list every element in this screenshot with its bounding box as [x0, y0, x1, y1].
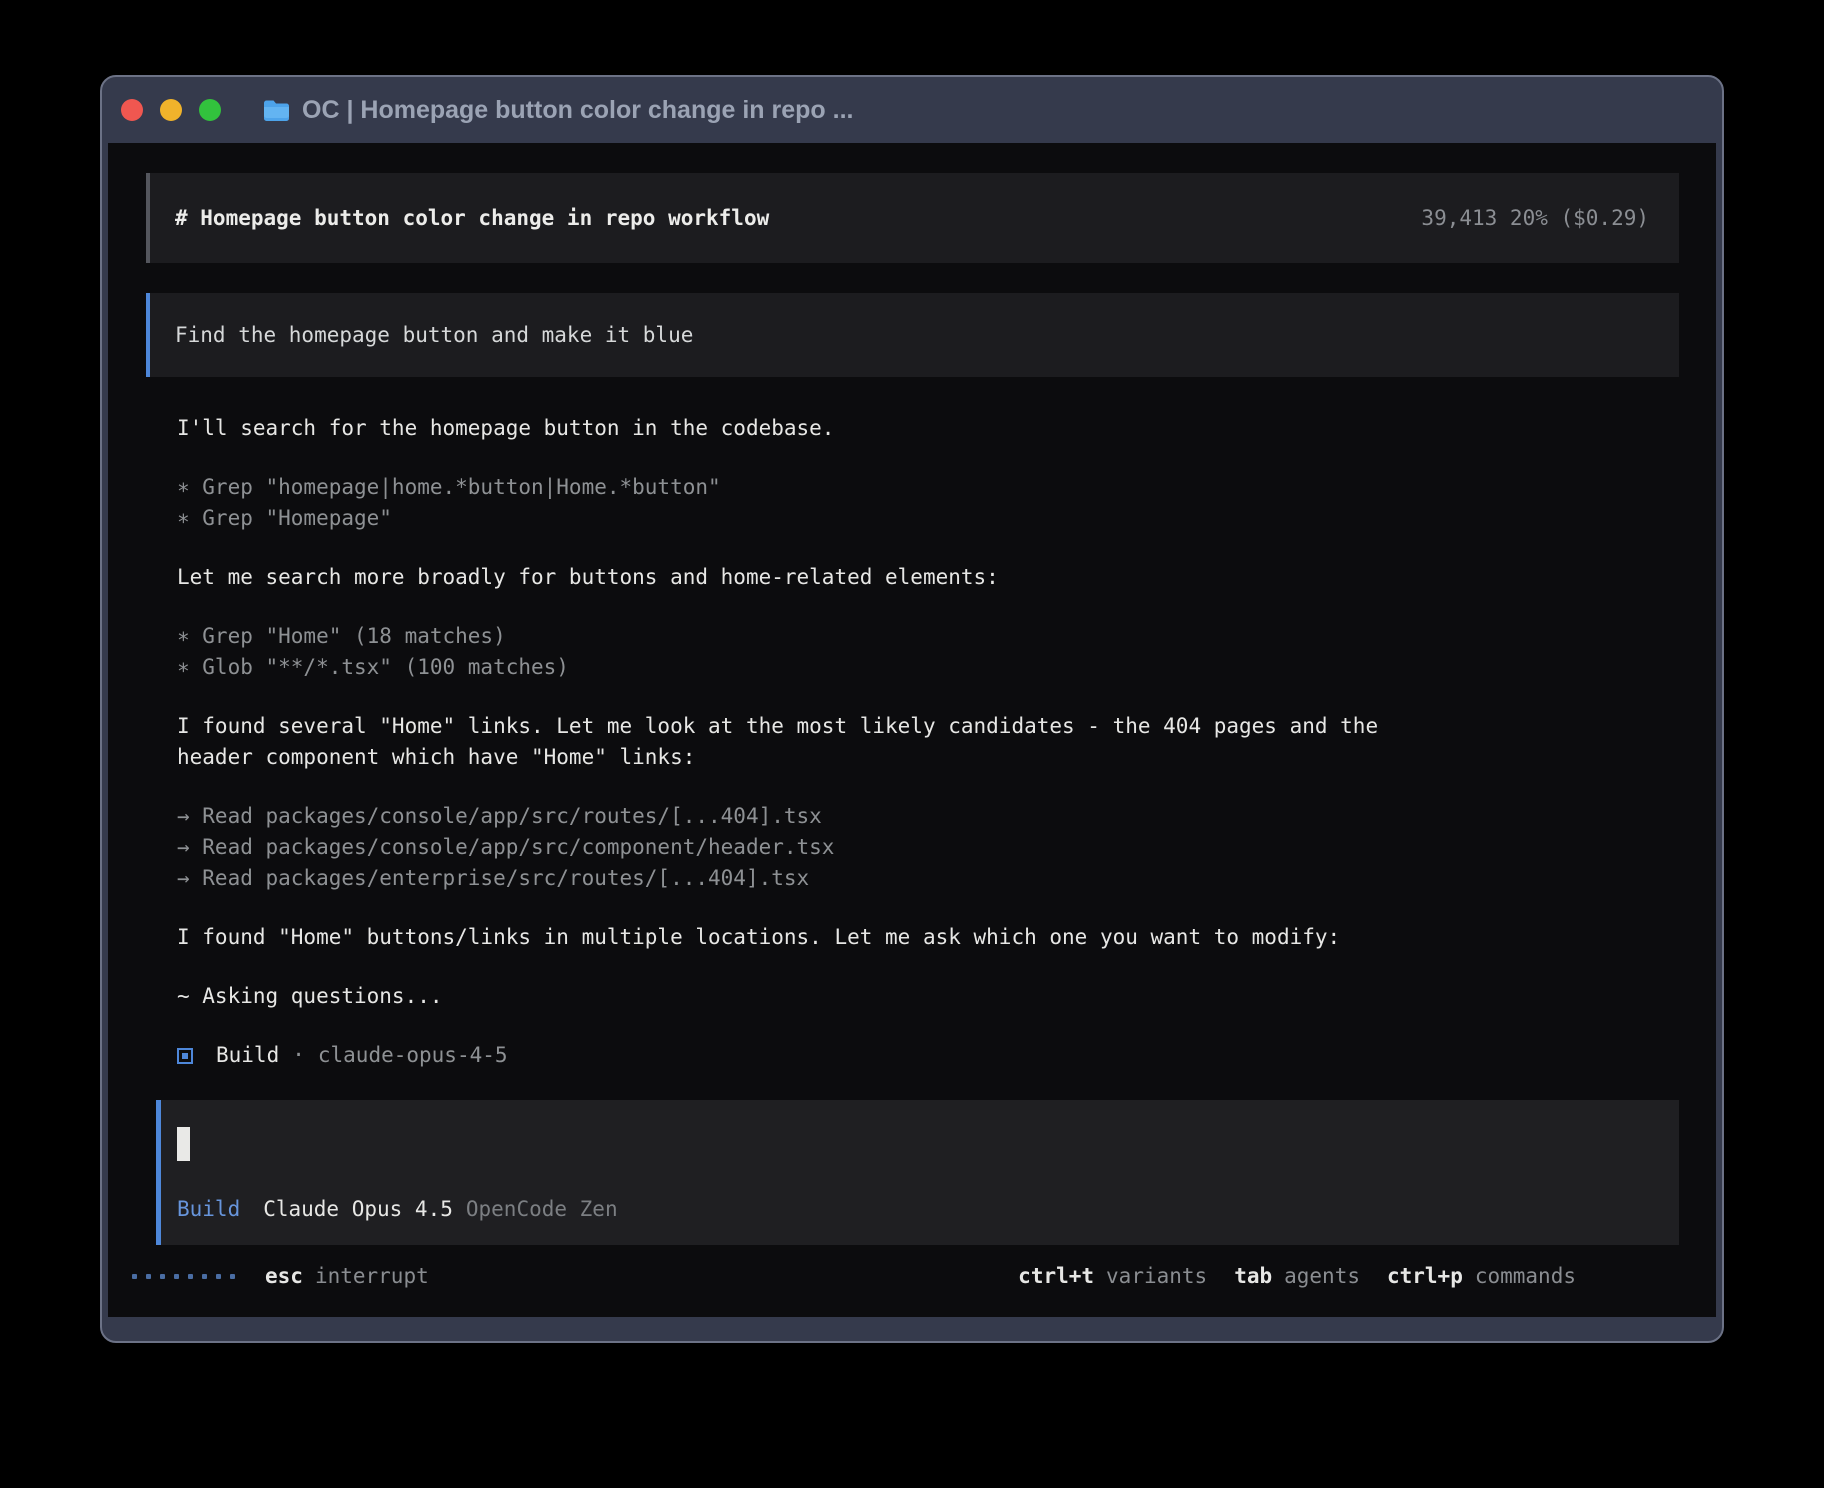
working-spinner: [132, 1274, 235, 1279]
tool-call-group: ∗ Grep "homepage|home.*button|Home.*butt…: [177, 472, 1676, 534]
shortcut-interrupt: esc interrupt: [265, 1261, 429, 1292]
tool-call: ∗ Grep "Home" (18 matches): [177, 621, 1676, 652]
spinner-dot: [174, 1274, 179, 1279]
shortcut-group: ctrl+t variants tab agents ctrl+p comman…: [1018, 1261, 1576, 1292]
agent-model: claude-opus-4-5: [318, 1040, 508, 1071]
window-title: OC | Homepage button color change in rep…: [302, 96, 853, 125]
close-button[interactable]: [121, 99, 143, 121]
status-bar: esc interrupt ctrl+t variants tab agents…: [108, 1261, 1716, 1292]
tool-call: → Read packages/console/app/src/routes/[…: [177, 801, 1676, 832]
shortcut-key: esc: [265, 1261, 303, 1292]
shortcut-key: ctrl+p: [1387, 1261, 1463, 1292]
terminal-content: # Homepage button color change in repo w…: [108, 143, 1716, 1317]
shortcut-variants: ctrl+t variants: [1018, 1261, 1207, 1292]
assistant-text: I'll search for the homepage button in t…: [177, 413, 1676, 444]
agent-separator: ·: [292, 1040, 305, 1071]
shortcut-commands: ctrl+p commands: [1387, 1261, 1576, 1292]
spinner-dot: [216, 1274, 221, 1279]
tool-call: ∗ Glob "**/*.tsx" (100 matches): [177, 652, 1676, 683]
assistant-text: I found "Home" buttons/links in multiple…: [177, 922, 1676, 953]
spinner-dot: [146, 1274, 151, 1279]
user-message: Find the homepage button and make it blu…: [146, 293, 1679, 377]
spinner-dot: [160, 1274, 165, 1279]
session-header: # Homepage button color change in repo w…: [146, 173, 1679, 263]
assistant-text: Let me search more broadly for buttons a…: [177, 562, 1676, 593]
prompt-input[interactable]: Build Claude Opus 4.5 OpenCode Zen: [156, 1100, 1679, 1245]
agent-status-line: Build · claude-opus-4-5: [177, 1040, 1676, 1071]
desktop: { "window": { "title": "OC | Homepage bu…: [0, 0, 1824, 1488]
agent-name: Build: [216, 1040, 279, 1071]
input-footer: Build Claude Opus 4.5 OpenCode Zen: [177, 1194, 618, 1225]
shortcut-label: variants: [1106, 1261, 1207, 1292]
tool-call: ∗ Grep "homepage|home.*button|Home.*butt…: [177, 472, 1676, 503]
shortcut-key: ctrl+t: [1018, 1261, 1094, 1292]
input-mode-label: Build: [177, 1194, 240, 1225]
shortcut-label: agents: [1284, 1261, 1360, 1292]
terminal-window: OC | Homepage button color change in rep…: [100, 75, 1724, 1343]
session-title: # Homepage button color change in repo w…: [175, 203, 769, 234]
user-message-text: Find the homepage button and make it blu…: [175, 320, 693, 351]
assistant-status-text: ~ Asking questions...: [177, 981, 1676, 1012]
folder-icon: [263, 99, 290, 122]
input-provider-label: OpenCode Zen: [466, 1194, 618, 1225]
window-titlebar[interactable]: OC | Homepage button color change in rep…: [102, 77, 1722, 143]
transcript: I'll search for the homepage button in t…: [177, 413, 1676, 1071]
spinner-dot: [188, 1274, 193, 1279]
tool-call: → Read packages/enterprise/src/routes/[.…: [177, 863, 1676, 894]
assistant-text: I found several "Home" links. Let me loo…: [177, 711, 1676, 773]
agent-icon: [177, 1048, 193, 1064]
shortcut-agents: tab agents: [1234, 1261, 1360, 1292]
tool-call: ∗ Grep "Homepage": [177, 503, 1676, 534]
tool-call-group: → Read packages/console/app/src/routes/[…: [177, 801, 1676, 894]
tool-call: → Read packages/console/app/src/componen…: [177, 832, 1676, 863]
tool-call-group: ∗ Grep "Home" (18 matches) ∗ Glob "**/*.…: [177, 621, 1676, 683]
minimize-button[interactable]: [160, 99, 182, 121]
spinner-dot: [132, 1274, 137, 1279]
shortcut-key: tab: [1234, 1261, 1272, 1292]
zoom-button[interactable]: [199, 99, 221, 121]
spinner-dot: [202, 1274, 207, 1279]
spinner-dot: [230, 1274, 235, 1279]
shortcut-label: interrupt: [315, 1261, 429, 1292]
shortcut-label: commands: [1475, 1261, 1576, 1292]
session-token-stats: 39,413 20% ($0.29): [1421, 203, 1649, 234]
text-cursor: [177, 1127, 190, 1161]
input-model-label: Claude Opus 4.5: [263, 1194, 453, 1225]
